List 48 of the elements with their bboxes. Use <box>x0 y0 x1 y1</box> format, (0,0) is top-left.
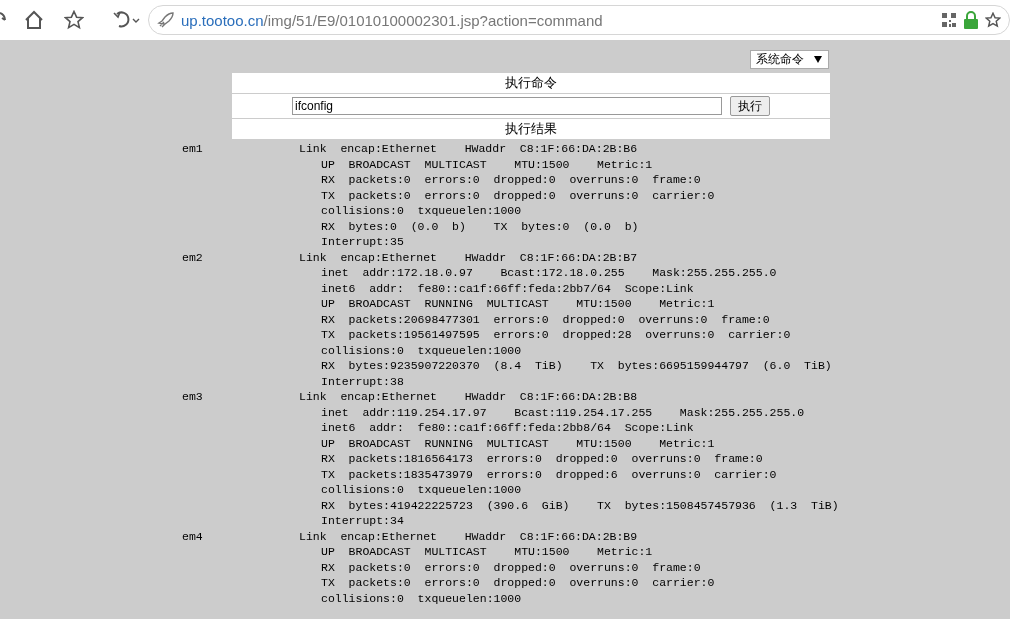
output-line: RX bytes:419422225723 (390.6 GiB) TX bytes:1508457457936 (1.3 TiB) <box>320 497 840 513</box>
output-line: RX packets:1816564173 errors:0 dropped:0 overruns:0 frame:0 <box>320 451 764 467</box>
undo-icon[interactable] <box>112 10 142 30</box>
qr-code-icon[interactable] <box>941 12 957 28</box>
output-line: RX bytes:0 (0.0 b) TX bytes:0 (0.0 b) <box>320 218 640 234</box>
output-line: UP BROADCAST RUNNING MULTICAST MTU:1500 Metric:1 <box>320 296 716 312</box>
output-line: TX packets:19561497595 errors:0 dropped:28 overruns:0 carrier:0 <box>320 327 792 343</box>
output-line: Link encap:Ethernet HWaddr C8:1F:66:DA:2B:B9 <box>299 528 639 544</box>
output-line: RX packets:0 errors:0 dropped:0 overruns:0 frame:0 <box>320 172 702 188</box>
output-line: RX packets:20698477301 errors:0 dropped:0 overruns:0 frame:0 <box>320 311 771 327</box>
output-line: collisions:0 txqueuelen:1000 <box>320 482 523 498</box>
output-line: collisions:0 txqueuelen:1000 <box>320 342 523 358</box>
output-line: TX packets:1835473979 errors:0 dropped:6 overruns:0 carrier:0 <box>320 466 778 482</box>
home-icon[interactable] <box>24 10 44 30</box>
url-text: up.tootoo.cn/img/51/E9/01010100002301.jsp?action=command <box>181 11 604 29</box>
interface-name: em4 <box>182 528 204 544</box>
command-input[interactable]: ifconfig <box>292 97 722 115</box>
interface-name: em1 <box>182 141 204 157</box>
section-heading: 执行命令 <box>232 73 830 93</box>
output-line: inet addr:119.254.17.97 Bcast:119.254.17.255 Mask:255.255.255.0 <box>320 404 806 420</box>
output-line: Interrupt:35 <box>320 234 405 250</box>
star-icon[interactable] <box>64 10 84 30</box>
output-line: UP BROADCAST RUNNING MULTICAST MTU:1500 Metric:1 <box>320 435 716 451</box>
output-line: RX bytes:9235907220370 (8.4 TiB) TX bytes:6695159944797 (6.0 TiB) <box>320 358 833 374</box>
command-type-dropdown[interactable]: 系统命令 <box>750 50 829 69</box>
output-line: Interrupt:34 <box>320 513 405 529</box>
output-line: inet6 addr: fe80::ca1f:66ff:feda:2bb7/64 Scope:Link <box>320 280 695 296</box>
dropdown-arrow-icon <box>814 56 822 63</box>
output-line: TX packets:0 errors:0 dropped:0 overruns:0 carrier:0 <box>320 575 716 591</box>
output-line: inet addr:172.18.0.97 Bcast:172.18.0.255 Mask:255.255.255.0 <box>320 265 778 281</box>
output-line: collisions:0 txqueuelen:1000 <box>320 203 523 219</box>
run-button[interactable]: 执行 <box>730 96 770 116</box>
interface-name: em3 <box>182 389 204 405</box>
output-line: RX packets:0 errors:0 dropped:0 overruns:0 frame:0 <box>320 559 702 575</box>
output-line: Interrupt:38 <box>320 373 405 389</box>
star-icon[interactable] <box>985 12 1001 28</box>
rocket-icon <box>157 11 175 29</box>
interface-name: em2 <box>182 249 204 265</box>
output-line: Link encap:Ethernet HWaddr C8:1F:66:DA:2B:B6 <box>299 141 639 157</box>
output-line: TX packets:0 errors:0 dropped:0 overruns:0 carrier:0 <box>320 187 716 203</box>
output-line: Link encap:Ethernet HWaddr C8:1F:66:DA:2B:B7 <box>299 249 639 265</box>
output-line: UP BROADCAST MULTICAST MTU:1500 Metric:1 <box>320 544 654 560</box>
output-line: Link encap:Ethernet HWaddr C8:1F:66:DA:2B:B8 <box>299 389 639 405</box>
output-line: collisions:0 txqueuelen:1000 <box>320 590 523 606</box>
section-heading: 执行结果 <box>232 119 830 139</box>
output-line: inet6 addr: fe80::ca1f:66ff:feda:2bb8/64 Scope:Link <box>320 420 695 436</box>
output-line: UP BROADCAST MULTICAST MTU:1500 Metric:1 <box>320 156 654 172</box>
lock-icon[interactable] <box>963 11 979 29</box>
